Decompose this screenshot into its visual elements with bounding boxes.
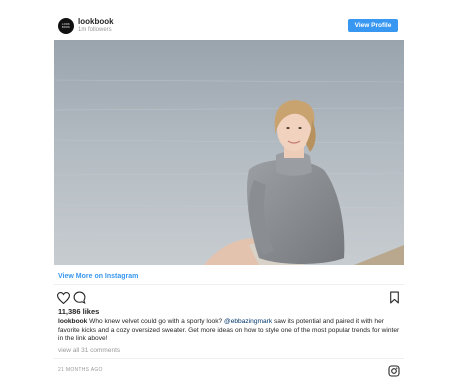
view-profile-button[interactable]: View Profile [348, 19, 398, 32]
view-comments-link[interactable]: view all 31 comments [58, 347, 120, 354]
caption-text-1: Who knew velvet could go with a sporty l… [87, 318, 225, 325]
view-more-link[interactable]: View More on Instagram [58, 273, 138, 280]
post-caption: lookbook Who knew velvet could go with a… [58, 318, 404, 344]
bookmark-icon[interactable] [389, 291, 400, 309]
instagram-icon[interactable] [388, 364, 400, 382]
username[interactable]: lookbook [78, 17, 114, 26]
post-timestamp: 21 MONTHS AGO [58, 367, 103, 373]
action-bar [54, 290, 404, 306]
divider [54, 284, 404, 285]
post-photo[interactable] [54, 40, 404, 265]
post-header: LOOK BOOK lookbook 1m followers View Pro… [54, 8, 404, 38]
caption-mention[interactable]: @ebbazingmark [224, 318, 272, 325]
followers-count: 1m followers [78, 27, 112, 33]
likes-count: 11,386 likes [58, 307, 100, 316]
instagram-embed-card: LOOK BOOK lookbook 1m followers View Pro… [54, 8, 404, 378]
avatar[interactable]: LOOK BOOK [58, 18, 74, 34]
divider [54, 358, 404, 359]
caption-username[interactable]: lookbook [58, 318, 87, 325]
